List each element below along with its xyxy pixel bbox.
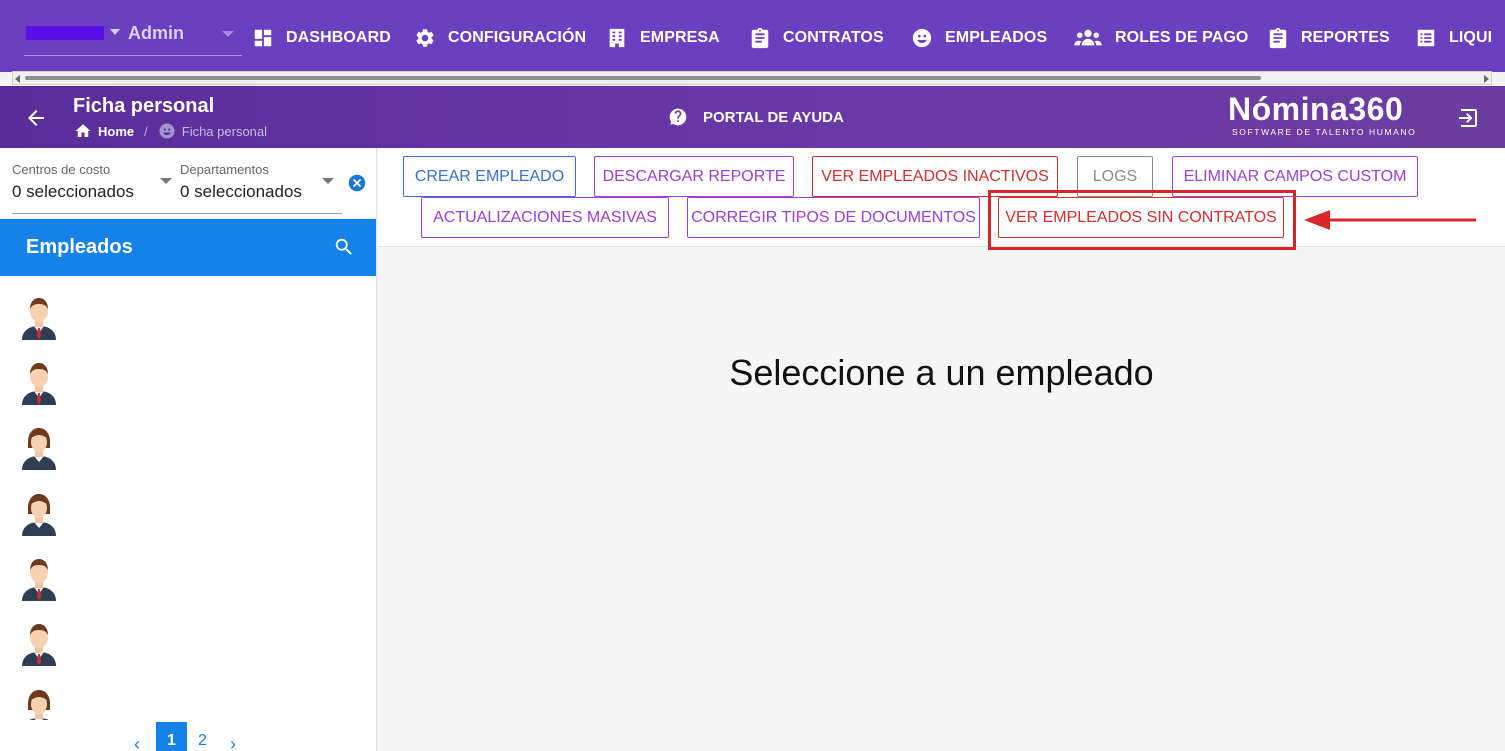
employees-header: Empleados	[0, 219, 376, 276]
scroll-left-icon[interactable]	[15, 75, 20, 83]
pagination: ‹ 1 2 ›	[0, 718, 376, 751]
employee-avatar-male[interactable]	[20, 553, 58, 601]
nomina360-logo: Nómina360 SOFTWARE DE TALENTO HUMANO	[1228, 92, 1428, 137]
employee-sidebar: Centros de costo 0 seleccionados Departa…	[0, 148, 377, 751]
building-icon	[609, 28, 625, 48]
list-icon	[1417, 29, 1435, 47]
nav-item-configuracion[interactable]: CONFIGURACIÓN	[414, 26, 586, 50]
employee-avatar-male[interactable]	[20, 618, 58, 666]
back-button[interactable]	[24, 106, 48, 130]
nav-item-reportes[interactable]: REPORTES	[1267, 26, 1390, 50]
annotation-highlight-box	[988, 190, 1296, 250]
nav-item-label: REPORTES	[1301, 29, 1390, 46]
nav-item-label: EMPLEADOS	[945, 29, 1048, 46]
filter-value: 0 seleccionados	[180, 182, 302, 201]
clipboard-icon	[751, 27, 769, 49]
nav-item-label: DASHBOARD	[286, 29, 391, 46]
search-icon	[335, 238, 352, 255]
help-icon	[669, 108, 687, 126]
fix-document-types-button[interactable]: CORREGIR TIPOS DE DOCUMENTOS	[687, 197, 980, 238]
breadcrumb-current: Ficha personal	[181, 123, 268, 139]
breadcrumb-separator: /	[144, 123, 148, 139]
nav-item-dashboard[interactable]: DASHBOARD	[252, 26, 391, 50]
clear-filters-icon[interactable]	[348, 174, 366, 192]
employees-title: Empleados	[26, 236, 133, 258]
empty-state-message: Seleccione a un empleado	[729, 352, 1154, 393]
horizontal-scrollbar[interactable]	[12, 71, 1492, 85]
employee-avatar-male[interactable]	[20, 357, 58, 405]
employee-avatar-male[interactable]	[20, 292, 58, 340]
company-role-label: Admin	[128, 23, 184, 43]
users-icon	[1074, 29, 1102, 46]
filter-value: 0 seleccionados	[12, 182, 134, 201]
filter-underline	[12, 213, 342, 214]
top-navigation-bar: Admin DASHBOARD CONFIGURACIÓN EMPRESA CO…	[0, 0, 1505, 72]
pagination-prev-button[interactable]: ‹	[134, 734, 140, 751]
chevron-down-icon	[222, 31, 234, 37]
nav-item-liquidaciones[interactable]: LIQUI	[1415, 26, 1492, 50]
scrollbar-thumb[interactable]	[25, 76, 1261, 80]
nav-item-label: CONFIGURACIÓN	[448, 29, 587, 46]
chevron-down-icon[interactable]	[322, 178, 334, 184]
main-content: Seleccione a un empleado	[378, 248, 1505, 751]
chevron-down-icon	[110, 29, 120, 35]
face-icon	[159, 123, 175, 139]
company-selector[interactable]: Admin	[24, 22, 242, 56]
employee-avatar-female[interactable]	[20, 488, 58, 536]
filter-label: Departamentos	[180, 162, 269, 177]
nav-item-label: ROLES DE PAGO	[1115, 29, 1249, 46]
logout-button[interactable]	[1456, 106, 1480, 130]
report-clipboard-icon	[1269, 27, 1287, 49]
nav-item-label: LIQUI	[1449, 29, 1493, 46]
breadcrumb-home-link[interactable]: Home	[98, 124, 134, 139]
employee-avatar-female[interactable]	[20, 422, 58, 470]
employee-list	[0, 276, 376, 720]
search-button[interactable]	[333, 236, 355, 258]
create-employee-button[interactable]: CREAR EMPLEADO	[403, 156, 576, 197]
face-icon	[912, 28, 932, 48]
pagination-page-2[interactable]: 2	[198, 732, 207, 750]
redacted-company-name	[26, 26, 104, 40]
arrow-left-icon	[28, 110, 44, 126]
cost-center-filter[interactable]: Centros de costo 0 seleccionados	[12, 162, 134, 202]
nav-item-contratos[interactable]: CONTRATOS	[749, 26, 884, 50]
logo-wordmark: Nómina360	[1228, 91, 1404, 127]
nav-item-empleados[interactable]: EMPLEADOS	[911, 26, 1047, 50]
page-title: Ficha personal	[73, 95, 215, 117]
department-filter[interactable]: Departamentos 0 seleccionados	[180, 162, 302, 202]
pagination-page-1[interactable]: 1	[156, 722, 187, 751]
page-header: Ficha personal Home / Ficha personal POR…	[0, 86, 1505, 148]
employee-avatar-female[interactable]	[20, 684, 58, 720]
download-report-button[interactable]: DESCARGAR REPORTE	[594, 156, 794, 197]
pagination-next-button[interactable]: ›	[230, 734, 236, 751]
logout-icon	[1459, 109, 1477, 127]
nav-item-roles-de-pago[interactable]: ROLES DE PAGO	[1073, 26, 1248, 50]
help-portal-link[interactable]: PORTAL DE AYUDA	[668, 107, 844, 127]
home-icon	[75, 124, 91, 137]
nav-item-empresa[interactable]: EMPRESA	[606, 26, 720, 50]
dashboard-icon	[254, 29, 272, 47]
nav-item-label: CONTRATOS	[783, 29, 884, 46]
breadcrumb: Home / Ficha personal	[74, 122, 267, 140]
chevron-down-icon[interactable]	[160, 178, 172, 184]
help-portal-label: PORTAL DE AYUDA	[703, 108, 844, 126]
scroll-right-icon[interactable]	[1484, 75, 1489, 83]
logo-tagline: SOFTWARE DE TALENTO HUMANO	[1232, 127, 1417, 137]
filter-label: Centros de costo	[12, 162, 111, 177]
bulk-updates-button[interactable]: ACTUALIZACIONES MASIVAS	[421, 197, 669, 238]
annotation-arrow-icon	[1304, 210, 1476, 230]
nav-item-label: EMPRESA	[640, 29, 720, 46]
gear-icon	[416, 29, 434, 47]
